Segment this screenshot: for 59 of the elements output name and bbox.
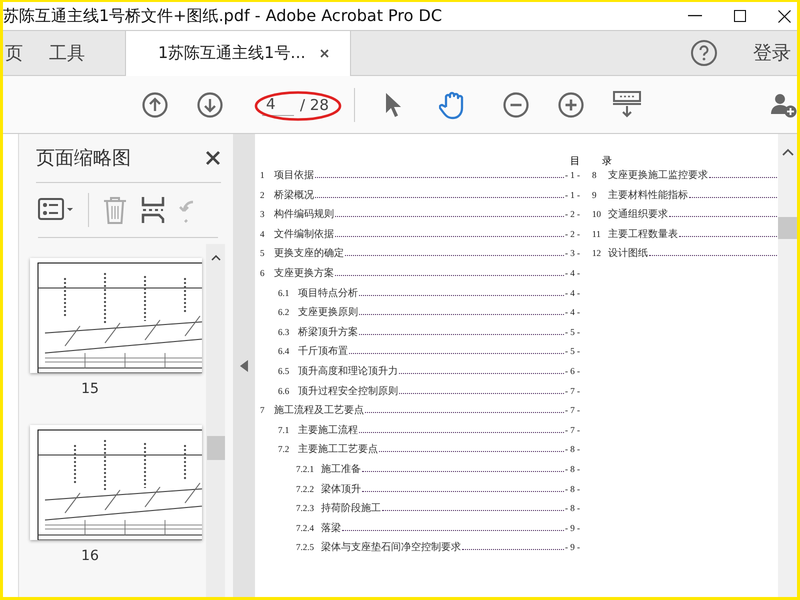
- toc-entry[interactable]: 3 构件编码规则 - 2 -: [260, 207, 580, 227]
- zoom-out-icon[interactable]: [503, 92, 529, 118]
- scrollbar-thumb[interactable]: [778, 217, 797, 239]
- scroll-up-icon[interactable]: [782, 148, 794, 156]
- next-page-icon[interactable]: [197, 92, 223, 118]
- previous-page-icon[interactable]: [142, 92, 168, 118]
- toc-entry[interactable]: 6.2 支座更换原则 - 4 -: [260, 305, 580, 325]
- close-icon[interactable]: [320, 49, 329, 58]
- toc-entry[interactable]: 7.2.3 持荷阶段施工 - 8 -: [260, 501, 580, 521]
- toc-entry[interactable]: 1 项目依据 - 1 -: [260, 168, 580, 188]
- close-icon[interactable]: [778, 10, 791, 22]
- page-number: 16: [81, 548, 99, 564]
- page-number: 15: [81, 381, 99, 397]
- minimize-icon[interactable]: [688, 15, 702, 17]
- help-icon[interactable]: [691, 40, 717, 66]
- sign-in-link[interactable]: 登录: [753, 40, 791, 66]
- toc-entry[interactable]: 7.2.2 梁体顶升 - 8 -: [260, 482, 580, 502]
- zoom-in-icon[interactable]: [558, 92, 584, 118]
- toc-entry[interactable]: 6.1 项目特点分析 - 4 -: [260, 286, 580, 306]
- tab[interactable]: 页: [3, 31, 49, 75]
- toc-entry[interactable]: 8 支座更换施工监控要求: [592, 168, 778, 188]
- toc-entry[interactable]: 7.2.1 施工准备 - 8 -: [260, 462, 580, 482]
- tab[interactable]: 1苏陈互通主线1号...: [125, 31, 351, 76]
- scrollbar-thumb[interactable]: [206, 436, 224, 460]
- close-icon[interactable]: [205, 150, 221, 166]
- toc-entry[interactable]: 7.1 主要施工流程 - 7 -: [260, 422, 580, 442]
- toc-entry[interactable]: 9 主要材料性能指标: [592, 188, 778, 208]
- add-user-icon[interactable]: [771, 92, 797, 118]
- window-title: 苏陈互通主线1号桥文件+图纸.pdf - Adobe Acrobat Pro DC: [3, 6, 442, 26]
- page-total: / 28: [300, 96, 329, 114]
- toc-entry[interactable]: 5 更换支座的确定 - 3 -: [260, 246, 580, 266]
- extract-pages-icon[interactable]: [141, 196, 165, 224]
- toc-heading: 录: [602, 155, 612, 168]
- select-tool-icon[interactable]: [383, 92, 403, 118]
- toc-entry[interactable]: 7.2.4 落梁 - 9 -: [260, 520, 580, 540]
- toc-entry[interactable]: 6.5 顶升高度和理论顶升力 - 6 -: [260, 364, 580, 384]
- page-thumbnail[interactable]: [30, 258, 202, 373]
- toc-entry[interactable]: 6.3 桥梁顶升方案 - 5 -: [260, 324, 580, 344]
- toc-entry[interactable]: 10 交通组织要求: [592, 207, 778, 227]
- toc-entry[interactable]: 6 支座更换方案 - 4 -: [260, 266, 580, 286]
- scroll-up-icon[interactable]: [210, 254, 220, 261]
- panel-title: 页面缩略图: [36, 146, 131, 171]
- keyboard-down-icon[interactable]: [613, 90, 641, 118]
- maximize-icon[interactable]: [734, 10, 746, 22]
- toc-entry[interactable]: 6.6 顶升过程安全控制原则 - 7 -: [260, 384, 580, 404]
- toc-entry[interactable]: 7.2 主要施工工艺要点 - 8 -: [260, 442, 580, 462]
- toc-entry[interactable]: 7.2.5 梁体与支座垫石间净空控制要求 - 9 -: [260, 540, 580, 560]
- toc-entry[interactable]: 12 设计图纸: [592, 246, 778, 266]
- toc-heading: 目: [570, 155, 580, 168]
- collapse-panel-icon[interactable]: [240, 360, 248, 372]
- toc-entry[interactable]: 4 文件编制依据 - 2 -: [260, 226, 580, 246]
- toc-entry[interactable]: 11 主要工程数量表: [592, 226, 778, 246]
- tab[interactable]: 工具: [49, 31, 125, 75]
- page-thumbnail[interactable]: [30, 425, 202, 540]
- toc-entry[interactable]: 7 施工流程及工艺要点 - 7 -: [260, 403, 580, 423]
- toc-entry[interactable]: 6.4 千斤顶布置 - 5 -: [260, 344, 580, 364]
- toc-entry[interactable]: 2 桥梁概况 - 1 -: [260, 188, 580, 208]
- options-menu-icon[interactable]: [38, 198, 74, 222]
- page-number-field[interactable]: 4: [262, 93, 294, 116]
